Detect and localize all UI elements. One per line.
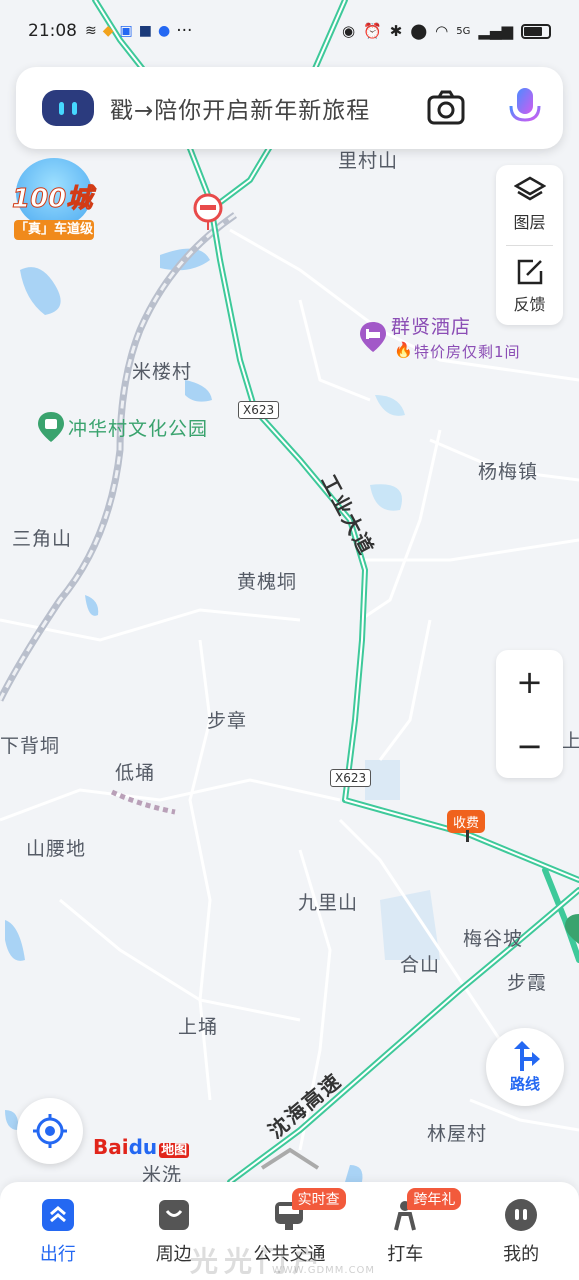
place-label: 低埇 — [115, 762, 156, 784]
location-icon: ⬤ — [410, 22, 428, 40]
logo-ditu: 地图 — [159, 1143, 190, 1158]
place-label: 上 — [562, 730, 579, 752]
road-tag: X623 — [330, 769, 372, 787]
place-label: 下背垌 — [0, 735, 61, 757]
place-label: 黄槐垌 — [237, 571, 298, 593]
logo-bai: Bai — [93, 1135, 129, 1159]
travel-icon — [41, 1199, 74, 1231]
bluetooth-icon: ✱ — [389, 22, 403, 40]
nav-label: 出行 — [39, 1244, 76, 1265]
fire-icon: 🔥 — [394, 341, 413, 359]
locate-me-button[interactable] — [17, 1098, 83, 1164]
more-notifications-icon: ··· — [176, 21, 193, 41]
place-label: 九里山 — [298, 892, 359, 914]
place-label: 步霞 — [507, 972, 548, 994]
place-label: 山腰地 — [26, 838, 87, 860]
app-notification-icon: ■ — [138, 23, 152, 39]
route-label: 路线 — [509, 1074, 540, 1093]
microphone-icon[interactable] — [505, 86, 545, 130]
zoom-out-button[interactable]: − — [496, 714, 563, 778]
profile-avatar-icon — [505, 1199, 538, 1231]
route-button[interactable]: 路线 — [486, 1028, 564, 1106]
lane-level-badge[interactable]: 100城 「真」车道级 — [10, 158, 96, 242]
layers-label: 图层 — [513, 213, 546, 232]
badge-number: 100城 — [11, 184, 93, 215]
status-time: 21:08 — [28, 21, 77, 41]
assistant-robot-icon[interactable] — [42, 90, 94, 126]
place-label: 林屋村 — [427, 1123, 488, 1145]
baidu-map-logo: Baidu 地图 — [93, 1135, 190, 1159]
feedback-button[interactable]: 反馈 — [496, 247, 563, 325]
hotel-pin-icon[interactable] — [358, 320, 388, 354]
nav-item-travel[interactable]: 出行 — [0, 1182, 116, 1280]
eye-icon: ◉ — [342, 22, 356, 40]
camera-icon[interactable] — [425, 87, 467, 129]
alarm-icon: ⏰ — [363, 22, 382, 40]
status-bar: 21:08 ≋ ◆ ▣ ■ ● ··· ◉ ⏰ ✱ ⬤ ◠ 5G ▂▄▆ — [0, 0, 579, 62]
wifi-icon: ◠ — [435, 22, 449, 40]
place-label-park[interactable]: 冲华村文化公园 — [68, 414, 208, 441]
road-tag: X623 — [238, 401, 280, 419]
toll-pin — [466, 830, 469, 842]
zoom-in-button[interactable]: + — [496, 650, 563, 714]
nav-label: 我的 — [503, 1244, 540, 1265]
place-label: 上埇 — [178, 1016, 219, 1038]
nav-label: 周边 — [155, 1244, 192, 1265]
place-label: 步章 — [207, 710, 248, 732]
hotel-promo[interactable]: 特价房仅剩1间 — [414, 341, 521, 362]
nav-item-mine[interactable]: 我的 — [463, 1182, 579, 1280]
cell-signal-icon: ▂▄▆ — [478, 22, 513, 40]
park-pin-icon[interactable] — [36, 410, 66, 444]
place-label: 米楼村 — [132, 361, 193, 383]
zoom-controls: + − — [496, 650, 563, 778]
badge-ribbon: 「真」车道级 — [14, 220, 94, 240]
signal-app-icon: ≋ — [85, 23, 97, 39]
app-notification-icon: ◆ — [102, 23, 114, 39]
watermark-url: WWW.GDMM.COM — [272, 1265, 376, 1276]
search-input[interactable]: 戳→陪你开启新年新旅程 — [110, 91, 370, 125]
layers-icon — [513, 176, 546, 201]
taxi-badge: 跨年礼 — [407, 1188, 462, 1210]
place-label: 杨梅镇 — [478, 461, 539, 483]
battery-icon — [521, 23, 551, 39]
map-pin-icon — [565, 914, 579, 944]
search-bar[interactable]: 戳→陪你开启新年新旅程 — [16, 67, 563, 149]
place-label: 梅谷坡 — [463, 928, 524, 950]
map-tools-panel: 图层 反馈 — [496, 165, 563, 325]
feedback-label: 反馈 — [513, 295, 546, 314]
place-label: 合山 — [400, 954, 441, 976]
crosshair-icon — [33, 1114, 67, 1148]
route-arrow-icon — [514, 1040, 540, 1071]
nearby-bag-icon — [158, 1200, 189, 1230]
place-label: 里村山 — [338, 150, 399, 172]
logo-du: du — [128, 1135, 158, 1159]
app-notification-icon: ● — [157, 23, 171, 39]
network-type: 5G — [456, 25, 471, 37]
place-label: 三角山 — [12, 528, 73, 550]
nav-label: 打车 — [387, 1244, 424, 1265]
hotel-name[interactable]: 群贤酒店 — [391, 312, 471, 339]
layers-button[interactable]: 图层 — [496, 165, 563, 243]
app-notification-icon: ▣ — [119, 23, 133, 39]
transit-badge: 实时查 — [291, 1188, 346, 1210]
feedback-edit-icon — [517, 259, 542, 285]
divider — [506, 245, 553, 246]
